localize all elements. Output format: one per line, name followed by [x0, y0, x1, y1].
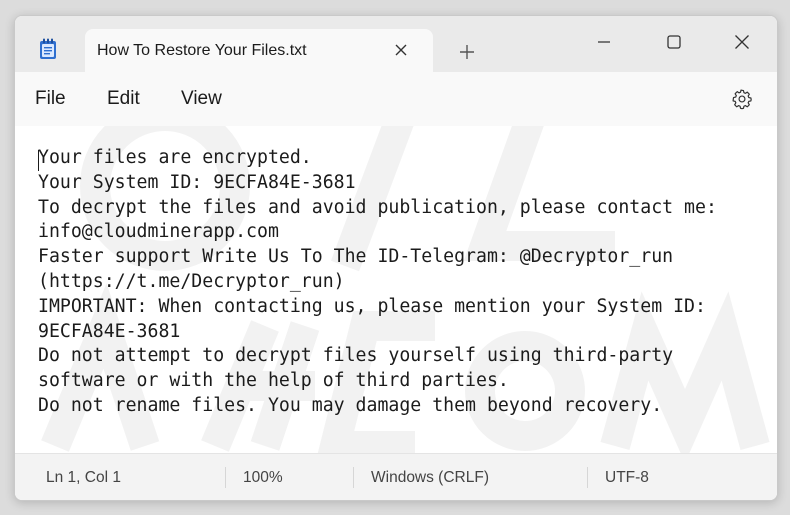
text-editor[interactable]: Your files are encrypted. Your System ID:… [15, 126, 777, 453]
status-divider [353, 467, 354, 488]
close-icon[interactable] [719, 24, 765, 60]
text-line: To decrypt the files and avoid publicati… [38, 196, 717, 218]
title-bar: How To Restore Your Files.txt [15, 16, 777, 72]
minimize-icon[interactable] [581, 24, 627, 60]
menu-view[interactable]: View [181, 88, 222, 110]
text-line: IMPORTANT: When contacting us, please me… [38, 295, 706, 317]
status-divider [587, 467, 588, 488]
text-line: Do not rename files. You may damage them… [38, 394, 663, 416]
notepad-window: How To Restore Your Files.txt File Edit … [14, 15, 778, 501]
tab-close-icon[interactable] [389, 38, 413, 62]
text-line: software or with the help of third parti… [38, 370, 509, 392]
zoom-level[interactable]: 100% [243, 469, 283, 487]
text-line: Faster support Write Us To The ID-Telegr… [38, 246, 674, 268]
notepad-icon [39, 38, 57, 60]
line-ending[interactable]: Windows (CRLF) [371, 469, 489, 487]
maximize-icon[interactable] [651, 24, 697, 60]
gear-icon[interactable] [729, 86, 755, 112]
tab-title: How To Restore Your Files.txt [97, 42, 307, 59]
menu-file[interactable]: File [35, 88, 66, 110]
text-line: info@cloudminerapp.com [38, 221, 279, 243]
tab-document[interactable]: How To Restore Your Files.txt [85, 29, 433, 72]
status-divider [225, 467, 226, 488]
menu-bar: File Edit View [15, 72, 777, 126]
menu-edit[interactable]: Edit [107, 88, 140, 110]
text-line: Your files are encrypted. [38, 147, 312, 168]
cursor-position[interactable]: Ln 1, Col 1 [46, 469, 121, 487]
plus-icon[interactable] [455, 40, 479, 64]
text-line: Do not attempt to decrypt files yourself… [38, 345, 674, 367]
encoding[interactable]: UTF-8 [605, 469, 649, 487]
document-text: Your files are encrypted. Your System ID:… [38, 146, 717, 419]
text-line: Your System ID: 9ECFA84E-3681 [38, 171, 356, 193]
text-caret [38, 150, 39, 171]
text-line: (https://t.me/Decryptor_run) [38, 270, 345, 292]
text-line: 9ECFA84E-3681 [38, 320, 181, 342]
status-bar: Ln 1, Col 1 100% Windows (CRLF) UTF-8 [15, 453, 777, 500]
